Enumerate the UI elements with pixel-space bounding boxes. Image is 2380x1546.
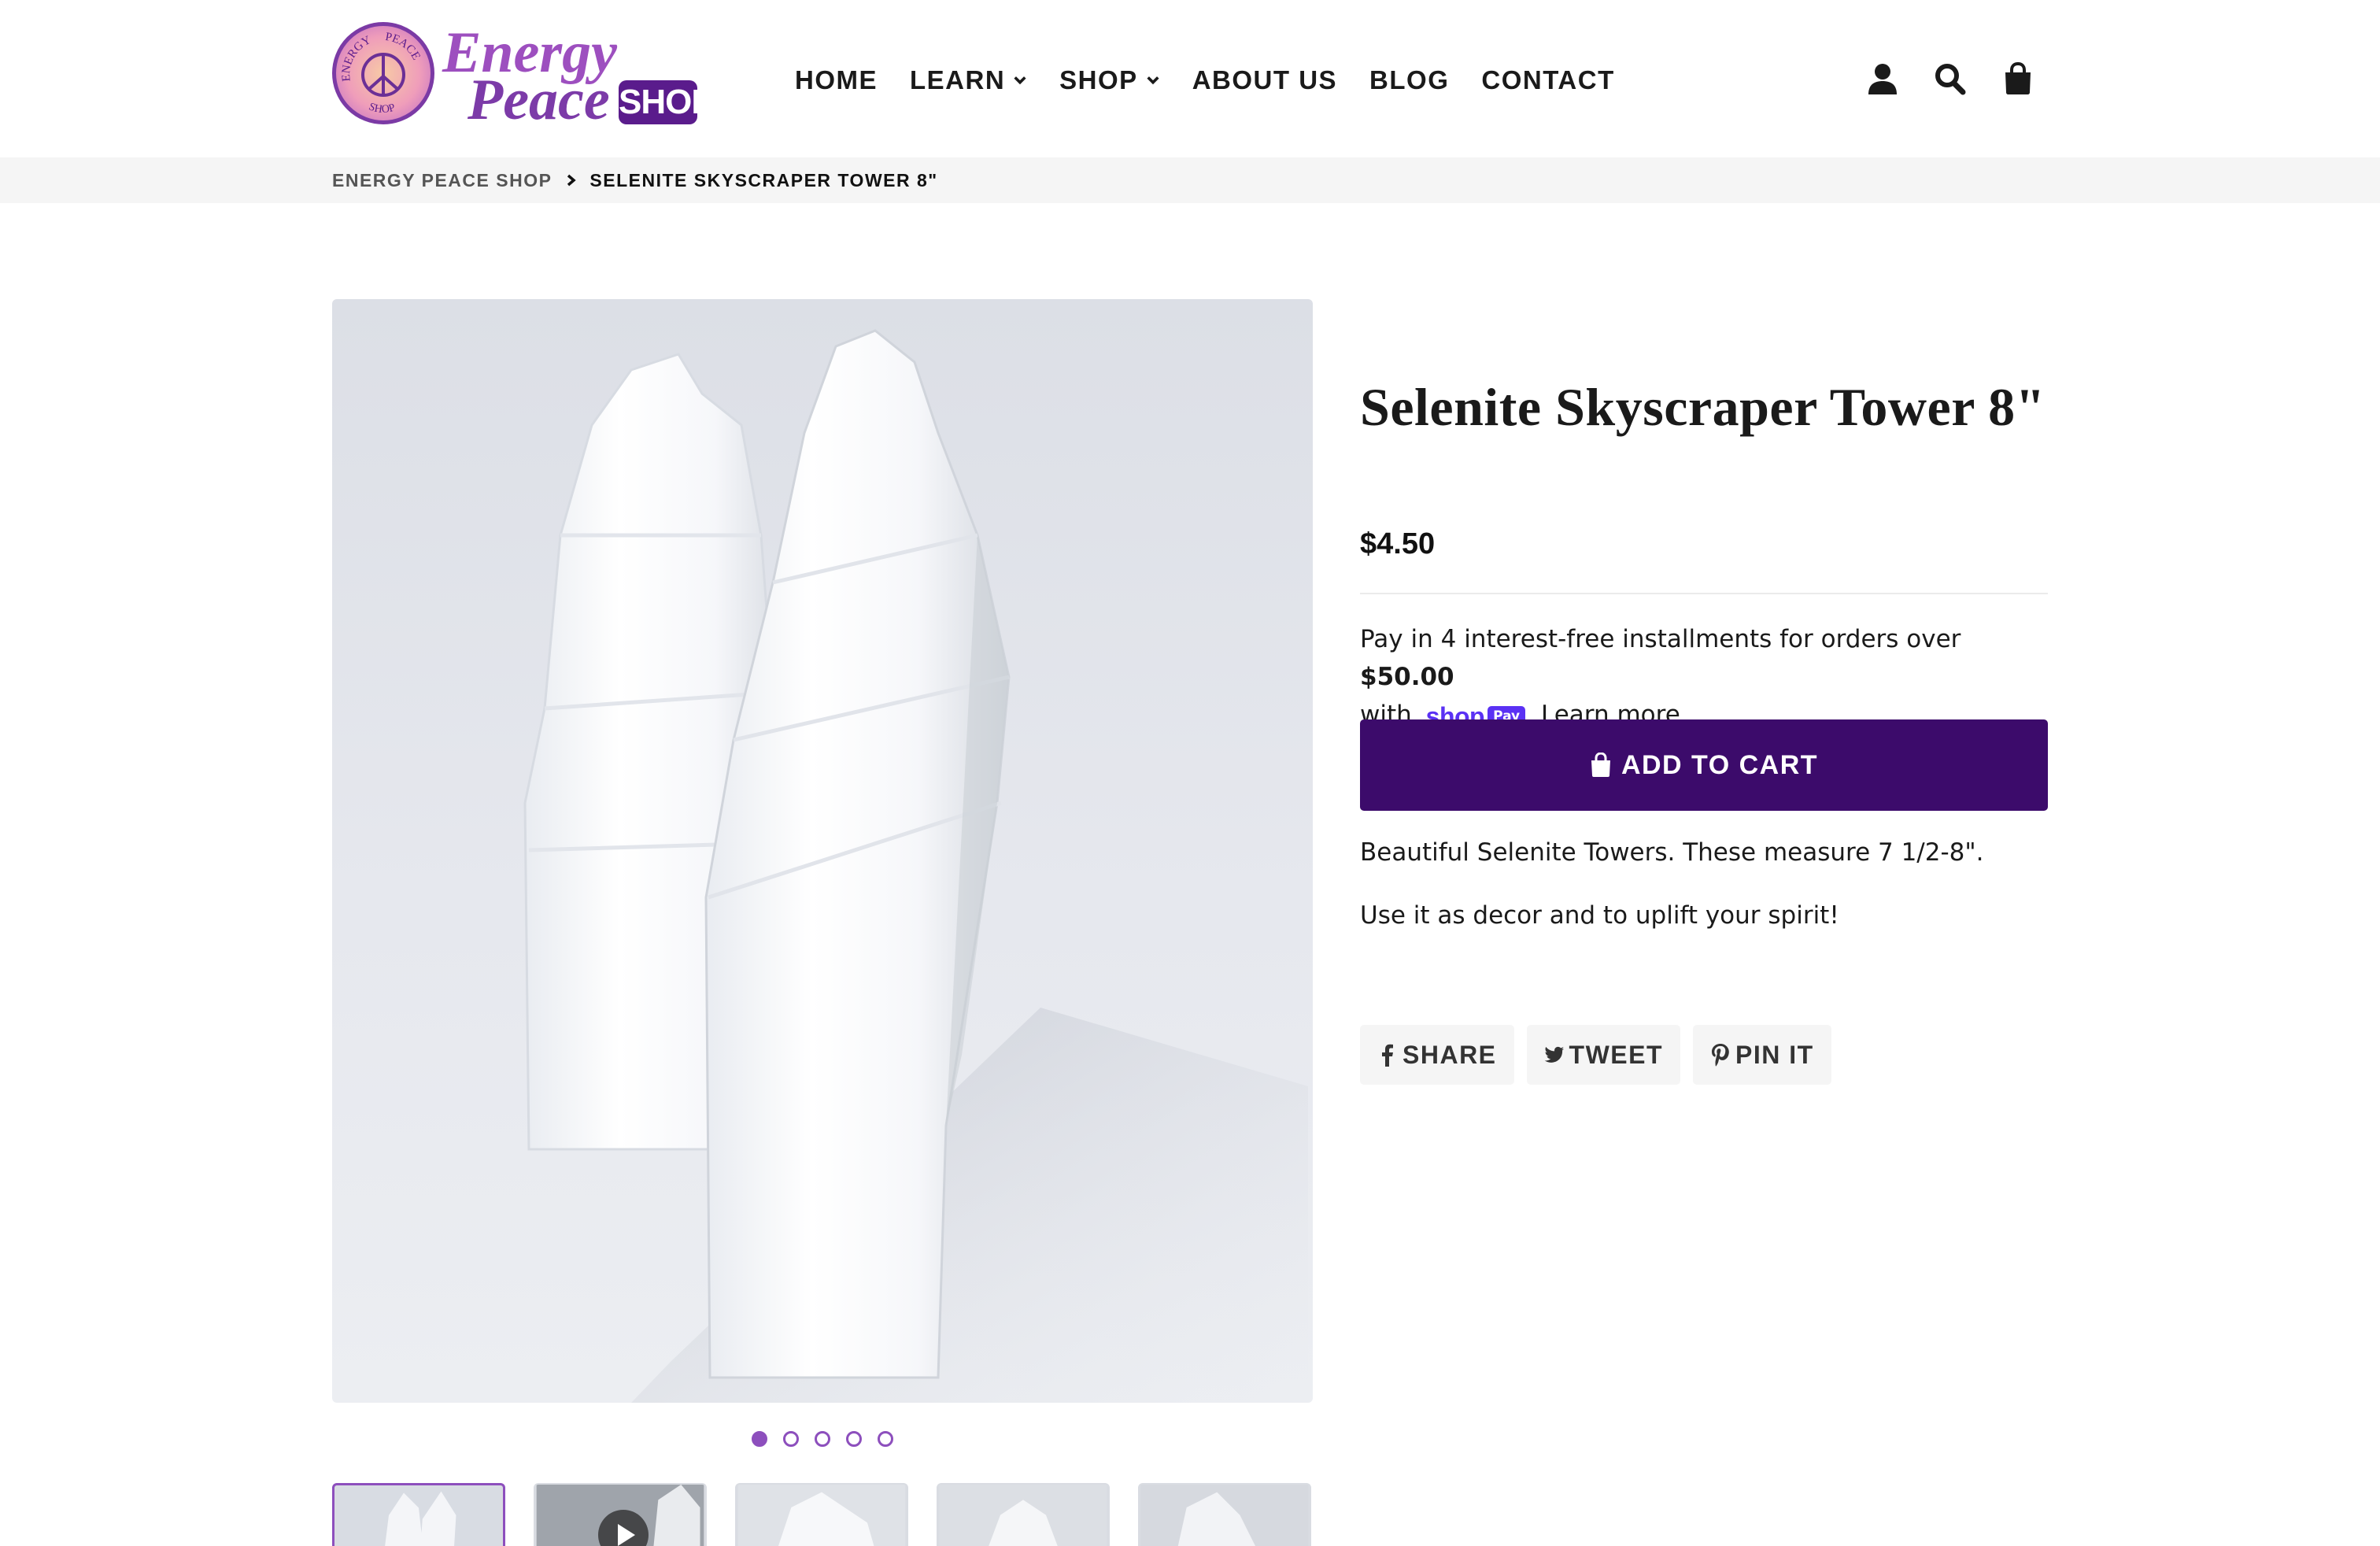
add-to-cart-button[interactable]: ADD TO CART	[1360, 719, 2048, 811]
share-facebook-button[interactable]: SHARE	[1360, 1025, 1514, 1085]
header-actions	[1867, 57, 2034, 101]
logo-shop-badge: SHOP	[619, 80, 715, 124]
search-icon	[1935, 64, 1966, 95]
svg-text:PEACE: PEACE	[384, 31, 422, 62]
shopping-bag-icon	[1591, 753, 1610, 777]
share-pinterest-label: PIN IT	[1735, 1040, 1814, 1069]
pinterest-icon	[1712, 1044, 1729, 1067]
search-button[interactable]	[1935, 57, 1966, 101]
nav-home[interactable]: HOME	[795, 65, 878, 95]
installments-message: Pay in 4 interest-free installments for …	[1360, 620, 2048, 735]
account-button[interactable]	[1867, 57, 1898, 101]
share-pinterest-button[interactable]: PIN IT	[1693, 1025, 1831, 1085]
thumbnail-4[interactable]	[937, 1483, 1110, 1546]
thumbnail-3[interactable]	[735, 1483, 908, 1546]
nav-contact[interactable]: CONTACT	[1481, 65, 1614, 95]
account-icon	[1868, 64, 1897, 94]
breadcrumb: ENERGY PEACE SHOP SELENITE SKYSCRAPER TO…	[332, 157, 938, 203]
svg-text:ENERGY: ENERGY	[340, 34, 373, 82]
nav-learn-label: LEARN	[910, 65, 1006, 94]
product-description-line-1: Beautiful Selenite Towers. These measure…	[1360, 838, 1984, 867]
share-twitter-button[interactable]: TWEET	[1526, 1025, 1680, 1085]
nav-shop-label: SHOP	[1059, 65, 1138, 94]
site-logo[interactable]: ENERGY PEACE SHOP Energy Peace SHOP	[332, 22, 715, 132]
gallery-thumbnails	[332, 1483, 1311, 1546]
site-header: ENERGY PEACE SHOP Energy Peace SHOP HOME…	[0, 0, 2380, 157]
installments-threshold: $50.00	[1360, 663, 1454, 691]
chevron-right-icon	[567, 174, 577, 187]
gallery-dot-2[interactable]	[783, 1431, 799, 1447]
logo-wordmark-peace: Peace	[468, 68, 610, 132]
product-title: Selenite Skyscraper Tower 8"	[1360, 377, 2046, 437]
nav-about-label: ABOUT US	[1192, 65, 1338, 94]
gallery-dot-4[interactable]	[846, 1431, 862, 1447]
thumbnail-5[interactable]	[1138, 1483, 1311, 1546]
gallery-dot-3[interactable]	[815, 1431, 830, 1447]
breadcrumb-bar: ENERGY PEACE SHOP SELENITE SKYSCRAPER TO…	[0, 157, 2380, 203]
chevron-down-icon	[1147, 76, 1159, 85]
nav-blog-label: BLOG	[1369, 65, 1450, 94]
product-price: $4.50	[1360, 527, 1436, 560]
peace-seal-logo: ENERGY PEACE SHOP	[332, 22, 434, 124]
product-main-image[interactable]	[332, 299, 1313, 1403]
social-share: SHARE TWEET PIN IT	[1360, 1025, 1831, 1085]
nav-shop[interactable]: SHOP	[1059, 65, 1160, 95]
product-description-line-2: Use it as decor and to uplift your spiri…	[1360, 901, 1839, 930]
gallery-dot-5[interactable]	[878, 1431, 893, 1447]
gallery-pagination	[752, 1431, 893, 1447]
thumbnail-2-video[interactable]	[534, 1483, 707, 1546]
cart-button[interactable]	[2002, 57, 2034, 101]
main-nav: HOME LEARN SHOP ABOUT US BLOG CONTACT	[795, 58, 1647, 102]
nav-home-label: HOME	[795, 65, 878, 94]
svg-text:SHOP: SHOP	[367, 101, 397, 116]
nav-blog[interactable]: BLOG	[1369, 65, 1449, 95]
nav-learn[interactable]: LEARN	[910, 65, 1027, 95]
share-twitter-label: TWEET	[1569, 1040, 1663, 1069]
nav-contact-label: CONTACT	[1481, 65, 1615, 94]
breadcrumb-current: SELENITE SKYSCRAPER TOWER 8"	[589, 169, 938, 190]
divider	[1360, 593, 2048, 594]
twitter-icon	[1544, 1046, 1564, 1063]
share-facebook-label: SHARE	[1402, 1040, 1497, 1069]
chevron-down-icon	[1014, 76, 1026, 85]
add-to-cart-label: ADD TO CART	[1621, 749, 1819, 780]
gallery-dot-1[interactable]	[752, 1431, 767, 1447]
installments-text: Pay in 4 interest-free installments for …	[1360, 625, 1961, 653]
breadcrumb-home-link[interactable]: ENERGY PEACE SHOP	[332, 170, 552, 191]
thumbnail-1[interactable]	[332, 1483, 505, 1546]
nav-about-us[interactable]: ABOUT US	[1192, 65, 1337, 95]
cart-icon	[2005, 62, 2031, 94]
facebook-icon	[1382, 1044, 1393, 1067]
